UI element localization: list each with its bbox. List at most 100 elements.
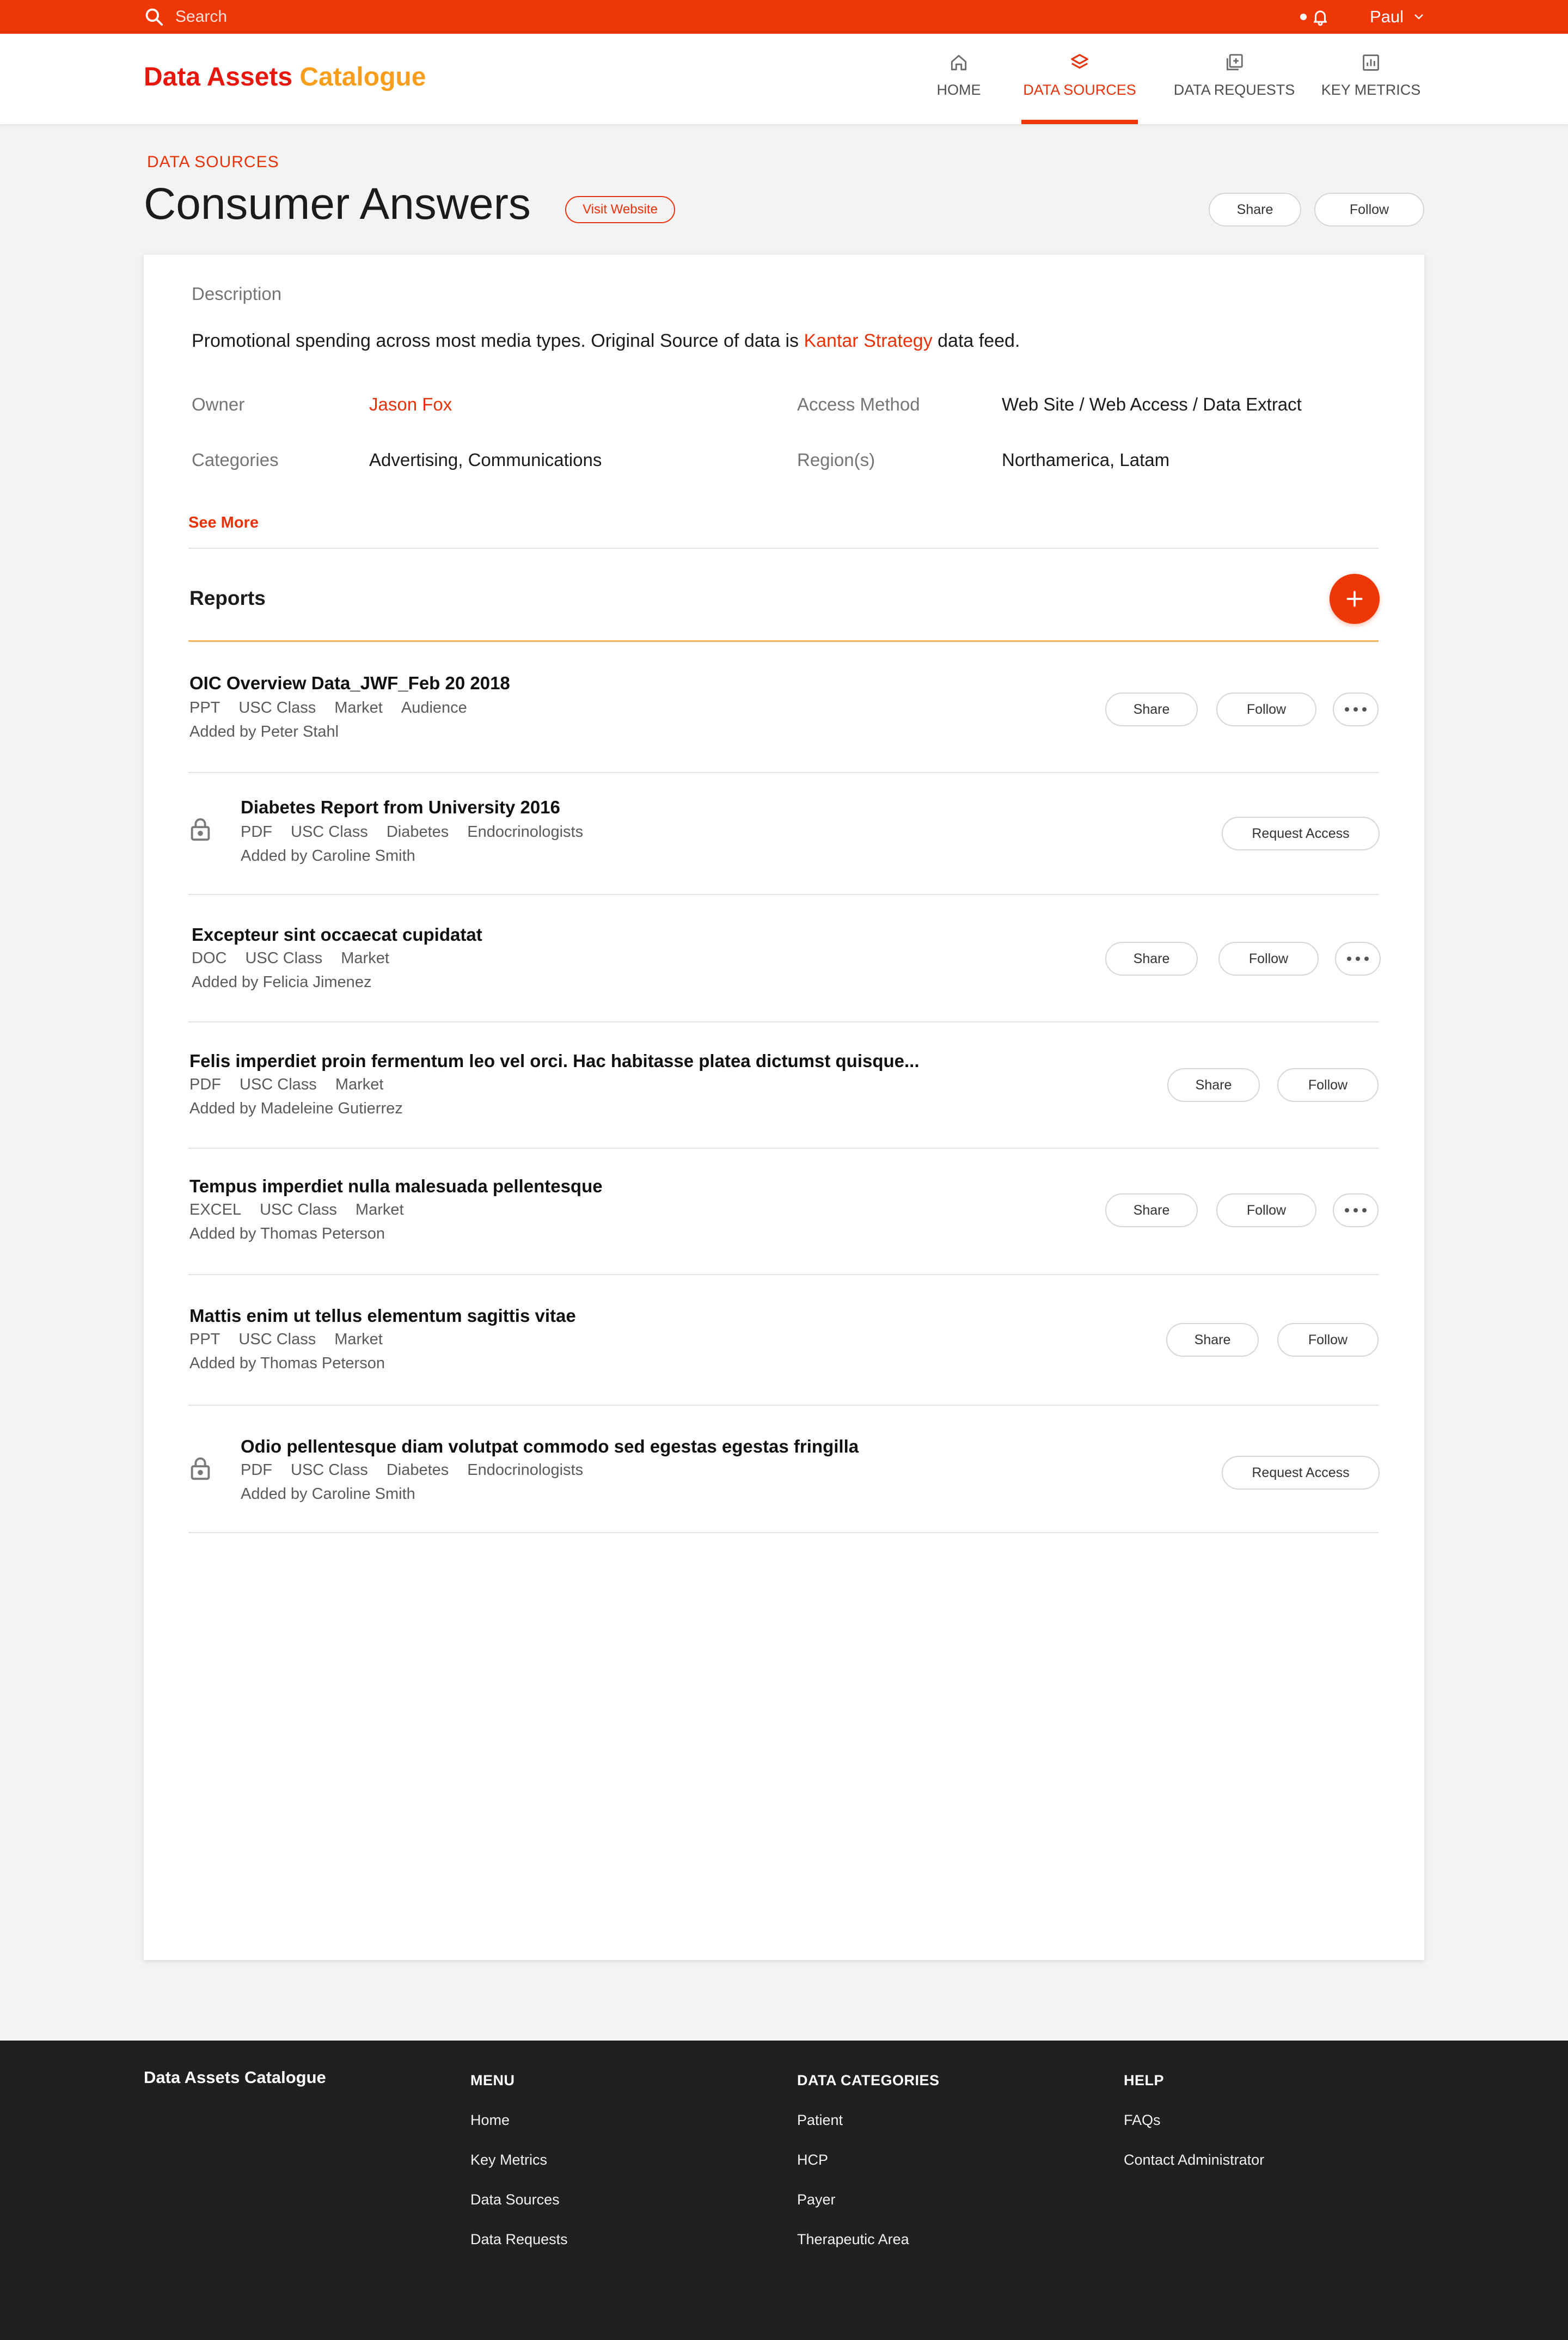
footer-menu: MENU Home Key Metrics Data Sources Data … (470, 2072, 568, 2248)
report-follow-button[interactable]: Follow (1216, 693, 1316, 726)
report-follow-button[interactable]: Follow (1277, 1068, 1379, 1102)
request-access-button[interactable]: Request Access (1222, 1456, 1380, 1490)
share-button[interactable]: Share (1209, 193, 1301, 226)
footer-link-therapeutic-area[interactable]: Therapeutic Area (797, 2231, 940, 2248)
visit-website-button[interactable]: Visit Website (565, 196, 675, 223)
nav-label-key-metrics: KEY METRICS (1321, 82, 1421, 98)
row-divider (188, 1148, 1379, 1149)
report-tag: Audience (401, 699, 467, 716)
report-follow-button[interactable]: Follow (1218, 942, 1319, 976)
categories-value: Advertising, Communications (369, 450, 602, 470)
footer-link-faqs[interactable]: FAQs (1124, 2112, 1264, 2129)
app-logo[interactable]: Data Assets Catalogue (144, 62, 426, 92)
search-bar[interactable] (144, 7, 448, 27)
report-tag: Market (335, 1076, 384, 1093)
report-tags: PDF USC Class Market (189, 1076, 383, 1094)
add-report-button[interactable] (1330, 574, 1380, 624)
report-follow-button[interactable]: Follow (1216, 1193, 1316, 1227)
add-to-queue-icon (1226, 54, 1243, 71)
report-more-button[interactable] (1333, 1193, 1379, 1227)
report-tag: USC Class (260, 1201, 337, 1218)
notifications-button[interactable] (1300, 5, 1333, 28)
row-divider (188, 1532, 1379, 1533)
report-added-by: Added by Thomas Peterson (189, 1225, 385, 1242)
report-tag: USC Class (238, 699, 316, 716)
footer-link-hcp[interactable]: HCP (797, 2152, 940, 2169)
report-title[interactable]: Excepteur sint occaecat cupidatat (192, 924, 482, 945)
report-more-button[interactable] (1333, 693, 1379, 726)
owner-link[interactable]: Jason Fox (369, 394, 452, 415)
report-title[interactable]: Odio pellentesque diam volutpat commodo … (241, 1436, 859, 1457)
report-tag: PDF (241, 823, 272, 841)
report-added-by: Added by Felicia Jimenez (192, 973, 372, 991)
row-divider (188, 1274, 1379, 1275)
report-share-button[interactable]: Share (1105, 942, 1198, 976)
page-title: Consumer Answers (144, 179, 531, 229)
nav-item-key-metrics[interactable]: KEY METRICS (1318, 34, 1424, 124)
report-added-by: Added by Thomas Peterson (189, 1355, 385, 1372)
see-more-link[interactable]: See More (188, 514, 259, 532)
main-header: Data Assets Catalogue HOME DATA SOURCES … (0, 34, 1568, 124)
user-menu[interactable]: Paul (1370, 5, 1424, 28)
report-tag: Diabetes (386, 1461, 449, 1479)
logo-text-secondary: Catalogue (299, 63, 426, 91)
footer-link-patient[interactable]: Patient (797, 2112, 940, 2129)
plus-icon (1346, 591, 1363, 607)
footer-link-home[interactable]: Home (470, 2112, 568, 2129)
home-icon (951, 54, 967, 71)
footer-categories: DATA CATEGORIES Patient HCP Payer Therap… (797, 2072, 940, 2248)
breadcrumb[interactable]: DATA SOURCES (147, 153, 279, 171)
footer-link-contact-admin[interactable]: Contact Administrator (1124, 2152, 1264, 2169)
nav-item-data-requests[interactable]: DATA REQUESTS (1172, 34, 1297, 124)
footer: Data Assets Catalogue MENU Home Key Metr… (0, 2041, 1568, 2340)
report-added-by: Added by Caroline Smith (241, 1485, 415, 1503)
footer-help: HELP FAQs Contact Administrator (1124, 2072, 1264, 2169)
report-tags: PPT USC Class Market Audience (189, 699, 467, 717)
report-tag: Diabetes (386, 823, 449, 841)
more-icon (1353, 707, 1358, 712)
footer-link-key-metrics[interactable]: Key Metrics (470, 2152, 568, 2169)
report-share-button[interactable]: Share (1166, 1323, 1259, 1357)
report-tag: USC Class (238, 1331, 316, 1348)
report-tags: DOC USC Class Market (192, 950, 389, 967)
report-tags: PPT USC Class Market (189, 1331, 383, 1349)
report-tags: EXCEL USC Class Market (189, 1201, 404, 1219)
description-prefix: Promotional spending across most media t… (192, 330, 804, 351)
footer-link-data-requests[interactable]: Data Requests (470, 2231, 568, 2248)
report-tag: PDF (189, 1076, 221, 1093)
report-share-button[interactable]: Share (1167, 1068, 1260, 1102)
search-input[interactable] (175, 8, 448, 26)
nav-item-data-sources[interactable]: DATA SOURCES (1021, 34, 1138, 124)
layers-icon (1071, 54, 1088, 69)
nav-label-data-sources: DATA SOURCES (1023, 82, 1136, 98)
report-title[interactable]: Tempus imperdiet nulla malesuada pellent… (189, 1176, 603, 1197)
bar-chart-icon (1363, 54, 1379, 71)
more-icon (1362, 1208, 1367, 1212)
report-tag: Market (334, 699, 383, 716)
request-access-button[interactable]: Request Access (1222, 817, 1380, 850)
report-tag: Market (341, 950, 389, 967)
search-icon (145, 8, 163, 26)
report-title[interactable]: OIC Overview Data_JWF_Feb 20 2018 (189, 673, 510, 694)
report-more-button[interactable] (1335, 942, 1381, 976)
nav-label-home: HOME (936, 82, 981, 98)
source-link[interactable]: Kantar Strategy (804, 330, 932, 351)
report-title[interactable]: Mattis enim ut tellus elementum sagittis… (189, 1306, 576, 1326)
footer-link-data-sources[interactable]: Data Sources (470, 2191, 568, 2208)
report-share-button[interactable]: Share (1105, 693, 1198, 726)
divider (188, 548, 1379, 549)
row-divider (188, 772, 1379, 773)
report-added-by: Added by Madeleine Gutierrez (189, 1100, 403, 1117)
nav-item-home[interactable]: HOME (929, 34, 989, 124)
footer-categories-heading: DATA CATEGORIES (797, 2072, 940, 2088)
report-title[interactable]: Felis imperdiet proin fermentum leo vel … (189, 1051, 920, 1071)
regions-label: Region(s) (797, 450, 875, 470)
footer-link-payer[interactable]: Payer (797, 2191, 940, 2208)
report-follow-button[interactable]: Follow (1277, 1323, 1379, 1357)
report-title[interactable]: Diabetes Report from University 2016 (241, 797, 560, 818)
more-icon (1345, 707, 1349, 712)
report-share-button[interactable]: Share (1105, 1193, 1198, 1227)
follow-button[interactable]: Follow (1314, 193, 1424, 226)
nav-active-indicator (1021, 120, 1138, 124)
report-tag: PDF (241, 1461, 272, 1479)
